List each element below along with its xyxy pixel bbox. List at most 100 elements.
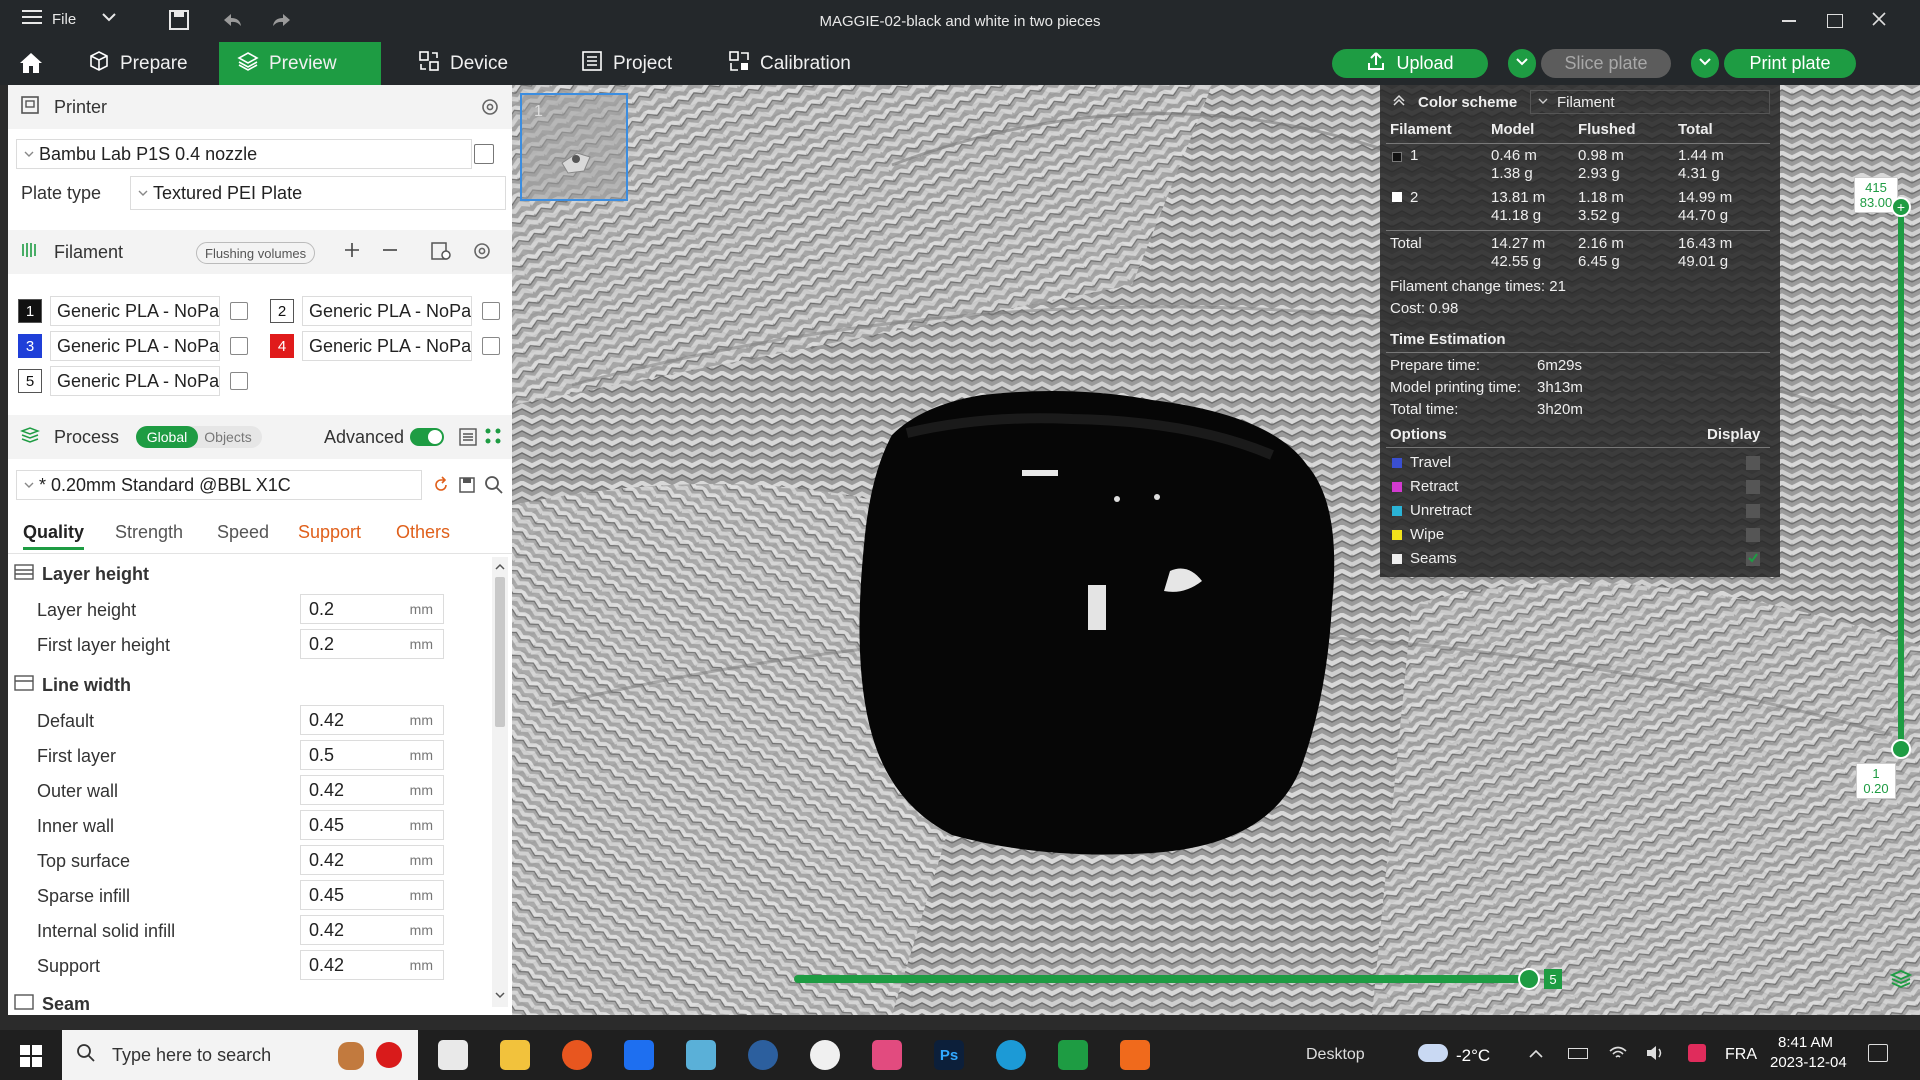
plate-thumbnail[interactable]: 1 xyxy=(520,93,628,201)
support-line-width-input[interactable]: 0.42 mm xyxy=(300,950,444,980)
language-indicator[interactable]: FRA xyxy=(1725,1046,1757,1064)
tab-speed[interactable]: Speed xyxy=(217,522,269,543)
upload-button[interactable]: Upload xyxy=(1332,49,1488,78)
filament-name[interactable]: Generic PLA - NoPa... xyxy=(50,296,220,326)
tab-preview[interactable]: Preview xyxy=(219,42,381,85)
add-icon[interactable] xyxy=(342,240,362,265)
default-line-width-input[interactable]: 0.42 mm xyxy=(300,705,444,735)
gear-icon[interactable] xyxy=(472,241,492,266)
move-track[interactable] xyxy=(794,975,1528,983)
windows-start-icon[interactable] xyxy=(20,1045,42,1072)
save-preset-icon[interactable] xyxy=(458,476,476,499)
search-icon[interactable] xyxy=(484,475,504,500)
desktop-app-icon[interactable] xyxy=(686,1040,716,1070)
filament-name[interactable]: Generic PLA - NoPa... xyxy=(50,331,220,361)
flushing-volumes-button[interactable]: Flushing volumes xyxy=(196,242,316,264)
option-checkbox[interactable] xyxy=(1746,552,1760,566)
mail-app-icon[interactable] xyxy=(438,1040,468,1070)
itunes-icon[interactable] xyxy=(810,1040,840,1070)
edit-icon[interactable] xyxy=(230,337,248,355)
undo-icon[interactable] xyxy=(220,10,244,34)
layer-slider[interactable]: 415 83.00 + 1 0.20 xyxy=(1854,177,1914,917)
slice-options-button[interactable] xyxy=(1508,49,1536,78)
option-checkbox[interactable] xyxy=(1746,456,1760,470)
edit-icon[interactable] xyxy=(482,337,500,355)
option-travel[interactable]: Travel xyxy=(1392,452,1768,474)
volume-icon[interactable] xyxy=(1645,1044,1665,1067)
move-slider[interactable]: 5 xyxy=(794,967,1574,991)
advanced-toggle[interactable] xyxy=(410,428,444,446)
scroll-up-icon[interactable] xyxy=(494,559,506,577)
chevron-up-icon[interactable] xyxy=(1528,1046,1544,1067)
option-wipe[interactable]: Wipe xyxy=(1392,524,1768,546)
option-checkbox[interactable] xyxy=(1746,528,1760,542)
filament-name[interactable]: Generic PLA - NoPa... xyxy=(50,366,220,396)
tab-project[interactable]: Project xyxy=(563,42,690,85)
tab-calibration[interactable]: Calibration xyxy=(710,42,869,85)
top-surface-line-width-input[interactable]: 0.42 mm xyxy=(300,845,444,875)
option-retract[interactable]: Retract xyxy=(1392,476,1768,498)
layer-bottom-handle[interactable] xyxy=(1891,739,1911,759)
tab-quality[interactable]: Quality xyxy=(23,522,85,550)
filament-item-5[interactable]: 5 Generic PLA - NoPa... xyxy=(18,366,248,396)
slice-plate-button[interactable]: Slice plate xyxy=(1541,49,1671,78)
desktop-toolbar-label[interactable]: Desktop xyxy=(1306,1046,1365,1064)
global-objects-switch[interactable]: Global Objects xyxy=(136,426,262,448)
plate-type-select[interactable]: Textured PEI Plate xyxy=(130,176,506,210)
tab-device[interactable]: Device xyxy=(400,42,526,85)
reset-icon[interactable] xyxy=(432,476,450,499)
clock-time[interactable]: 8:41 AM xyxy=(1778,1034,1833,1051)
chevron-down-icon[interactable] xyxy=(100,8,118,30)
weather-temperature[interactable]: -2°C xyxy=(1456,1046,1490,1066)
file-explorer-icon[interactable] xyxy=(500,1040,530,1070)
filament-sync-icon[interactable] xyxy=(430,240,452,267)
taskbar-search-box[interactable]: Type here to search xyxy=(62,1030,418,1080)
inner-wall-line-width-input[interactable]: 0.45 mm xyxy=(300,810,444,840)
fusion360-icon[interactable] xyxy=(1120,1040,1150,1070)
scroll-down-icon[interactable] xyxy=(494,987,506,1005)
process-profile-select[interactable]: * 0.20mm Standard @BBL X1C xyxy=(16,470,422,500)
gear-icon[interactable] xyxy=(480,97,500,122)
color-scheme-select[interactable]: Filament xyxy=(1530,90,1770,114)
edit-icon[interactable] xyxy=(474,144,494,164)
redo-icon[interactable] xyxy=(270,10,294,34)
dropbox-icon[interactable] xyxy=(624,1040,654,1070)
print-options-button[interactable] xyxy=(1691,49,1719,78)
print-plate-button[interactable]: Print plate xyxy=(1724,49,1856,78)
printer-select[interactable]: Bambu Lab P1S 0.4 nozzle xyxy=(16,139,472,169)
filament-name[interactable]: Generic PLA - NoPa... xyxy=(302,296,472,326)
option-checkbox[interactable] xyxy=(1746,504,1760,518)
tab-others[interactable]: Others xyxy=(396,522,450,543)
internal-solid-infill-line-width-input[interactable]: 0.42 mm xyxy=(300,915,444,945)
tab-support[interactable]: Support xyxy=(298,522,361,543)
home-icon[interactable] xyxy=(18,50,44,81)
outer-wall-line-width-input[interactable]: 0.42 mm xyxy=(300,775,444,805)
filament-item-1[interactable]: 1 Generic PLA - NoPa... xyxy=(18,296,248,326)
filament-item-4[interactable]: 4 Generic PLA - NoPa... xyxy=(270,331,500,361)
save-icon[interactable] xyxy=(168,9,190,35)
collapse-icon[interactable] xyxy=(1392,93,1406,111)
inkscape-icon[interactable] xyxy=(748,1040,778,1070)
sparse-infill-line-width-input[interactable]: 0.45 mm xyxy=(300,880,444,910)
battery-icon[interactable] xyxy=(1568,1048,1588,1059)
minimize-icon[interactable] xyxy=(1782,20,1796,22)
objects-toggle[interactable]: Objects xyxy=(198,426,258,448)
global-toggle[interactable]: Global xyxy=(136,426,198,448)
move-handle[interactable] xyxy=(1518,968,1540,990)
notification-icon[interactable] xyxy=(1868,1044,1888,1062)
filament-item-3[interactable]: 3 Generic PLA - NoPa... xyxy=(18,331,248,361)
file-menu[interactable]: File xyxy=(22,9,76,29)
bambu-studio-icon[interactable] xyxy=(1058,1040,1088,1070)
option-seams[interactable]: Seams xyxy=(1392,548,1768,570)
first-layer-height-input[interactable]: 0.2 mm xyxy=(300,629,444,659)
first-layer-line-width-input[interactable]: 0.5 mm xyxy=(300,740,444,770)
option-checkbox[interactable] xyxy=(1746,480,1760,494)
weather-icon[interactable] xyxy=(1418,1044,1448,1062)
wifi-icon[interactable] xyxy=(1608,1044,1628,1067)
scrollbar-thumb[interactable] xyxy=(495,577,505,727)
layer-track[interactable] xyxy=(1898,205,1904,745)
settings-scrollbar[interactable] xyxy=(492,557,508,1007)
photos-app-icon[interactable] xyxy=(872,1040,902,1070)
photoshop-icon[interactable]: Ps xyxy=(934,1040,964,1070)
filament-name[interactable]: Generic PLA - NoPa... xyxy=(302,331,472,361)
